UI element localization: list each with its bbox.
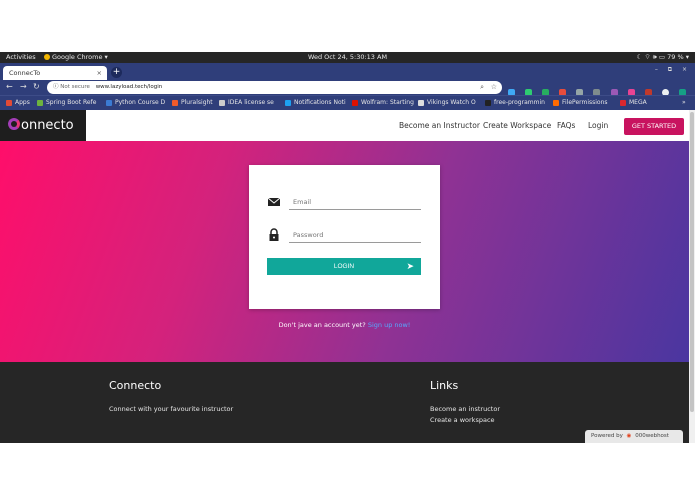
wifi-icon: ⌔ [644, 53, 651, 61]
send-icon: ➤ [406, 261, 414, 271]
login-button[interactable]: LOGIN ➤ [267, 258, 421, 275]
back-arrow-icon[interactable]: ← [6, 82, 13, 91]
moon-icon: ☾ [636, 53, 643, 61]
pluralsight-icon [172, 99, 178, 106]
bookmark-label: Spring Boot Refe [46, 99, 97, 106]
logo-text: onnecto [21, 118, 74, 133]
logo-c-icon [8, 118, 20, 130]
tab-close-icon[interactable]: × [97, 66, 102, 80]
bookmark-label: Python Course D [115, 99, 166, 106]
bookmark-idea-license[interactable]: IDEA license se [219, 96, 274, 110]
bookmark-free-programming[interactable]: free-programmin [485, 96, 545, 110]
email-input[interactable] [289, 194, 421, 210]
battery-level: 79 % [667, 53, 684, 61]
footer-link-instructor[interactable]: Become an instructor [430, 405, 500, 413]
browser-toolbar: ← → ↻ ⓘ Not secure www.lazyload.tech/log… [0, 80, 695, 115]
page-scrollbar[interactable] [689, 110, 695, 443]
spring-icon [37, 99, 43, 106]
os-top-bar: Activities Google Chrome ▾ Wed Oct 24, 5… [0, 52, 695, 63]
star-icon[interactable]: ☆ [491, 81, 497, 94]
site-header: onnecto Become an Instructor Create Work… [0, 110, 689, 141]
powered-brand: 000webhost [635, 433, 669, 439]
site-footer: Connecto Connect with your favourite ins… [0, 362, 689, 443]
nav-create-workspace[interactable]: Create Workspace [483, 110, 551, 141]
python-icon [106, 99, 112, 106]
site-logo[interactable]: onnecto [0, 110, 86, 141]
signup-prompt: Don't jave an account yet? Sign up now! [0, 321, 689, 329]
footer-link-workspace[interactable]: Create a workspace [430, 416, 495, 424]
bookmark-label: IDEA license se [228, 99, 274, 106]
footer-tagline: Connect with your favourite instructor [109, 405, 234, 413]
clock[interactable]: Wed Oct 24, 5:30:13 AM [0, 52, 695, 63]
bookmark-label: Vikings Watch O [427, 99, 476, 106]
bookmark-apps[interactable]: Apps [6, 96, 30, 110]
not-secure-label: Not secure [60, 84, 90, 90]
tab-title: ConnecTo [9, 69, 41, 77]
wolfram-icon [352, 99, 358, 106]
browser-tab[interactable]: ConnecTo × [3, 66, 107, 80]
bookmark-label: free-programmin [494, 99, 545, 106]
nav-faqs[interactable]: FAQs [557, 110, 575, 141]
bookmark-file-permissions[interactable]: FilePermissions [553, 96, 608, 110]
bookmark-label: Wolfram: Starting [361, 99, 414, 106]
bookmark-label: Notifications Noti [294, 99, 346, 106]
footer-links-title: Links [430, 379, 459, 392]
apps-grid-icon [6, 99, 12, 106]
address-bar[interactable]: ⓘ Not secure www.lazyload.tech/login ⌕ ☆ [47, 81, 502, 94]
search-icon[interactable]: ⌕ [480, 81, 484, 94]
login-button-label: LOGIN [333, 263, 355, 270]
scrollbar-thumb[interactable] [690, 112, 694, 412]
footer-brand-title: Connecto [109, 379, 162, 392]
bookmark-label: Pluralsight [181, 99, 213, 106]
system-tray[interactable]: ☾ ⌔ 🕪 ▭ 79 % ▾ [637, 52, 689, 63]
volume-icon: 🕪 [652, 53, 657, 61]
signup-prompt-text: Don't jave an account yet? [278, 321, 366, 329]
bookmark-mega[interactable]: MEGA [620, 96, 647, 110]
new-tab-button[interactable]: + [111, 67, 122, 78]
screen: Activities Google Chrome ▾ Wed Oct 24, 5… [0, 52, 695, 443]
bookmark-label: MEGA [629, 99, 647, 106]
bookmark-vikings[interactable]: Vikings Watch O [418, 96, 476, 110]
info-icon[interactable]: ⓘ [53, 84, 59, 90]
page-icon [219, 99, 225, 106]
bookmark-spring-boot[interactable]: Spring Boot Refe [37, 96, 96, 110]
extensions-bar [508, 82, 695, 115]
chevron-down-icon: ▾ [685, 53, 689, 61]
file-permissions-icon [553, 99, 559, 106]
battery-icon: ▭ [658, 53, 666, 61]
powered-by-label: Powered by [591, 433, 623, 439]
powered-by-badge[interactable]: Powered by ◉ 000webhost [585, 430, 683, 443]
nav-login[interactable]: Login [588, 110, 608, 141]
lock-icon [269, 228, 279, 241]
bookmark-wolfram[interactable]: Wolfram: Starting [352, 96, 414, 110]
login-card: LOGIN ➤ [249, 165, 440, 309]
password-input[interactable] [289, 227, 421, 243]
email-row [267, 192, 421, 212]
bookmark-pluralsight[interactable]: Pluralsight [172, 96, 213, 110]
mail-icon [267, 197, 281, 206]
hero-section: LOGIN ➤ Don't jave an account yet? Sign … [0, 141, 689, 362]
tab-strip: ConnecTo × + – ⧉ × [0, 63, 695, 80]
bookmark-notifications[interactable]: Notifications Noti [285, 96, 346, 110]
url-text[interactable]: www.lazyload.tech/login [96, 84, 163, 90]
window-controls[interactable]: – ⧉ × [655, 66, 691, 74]
bookmarks-overflow-icon[interactable]: » [682, 96, 686, 110]
mega-icon [620, 99, 626, 106]
site-nav: Become an Instructor Create Workspace FA… [399, 110, 684, 141]
get-started-button[interactable]: GET STARTED [624, 118, 684, 135]
signup-link[interactable]: Sign up now! [368, 321, 411, 329]
twitter-icon [285, 99, 291, 106]
github-icon [485, 99, 491, 106]
password-row [267, 225, 421, 245]
bookmark-label: FilePermissions [562, 99, 608, 106]
webhost-logo-icon: ◉ [626, 433, 632, 439]
bookmark-python-course[interactable]: Python Course D [106, 96, 165, 110]
bookmark-label: Apps [15, 99, 30, 106]
bookmarks-bar: Apps Spring Boot Refe Python Course D Pl… [0, 95, 695, 110]
nav-become-instructor[interactable]: Become an Instructor [399, 110, 480, 141]
reload-icon[interactable]: ↻ [33, 82, 40, 91]
vikings-icon [418, 99, 424, 106]
forward-arrow-icon[interactable]: → [20, 82, 27, 91]
